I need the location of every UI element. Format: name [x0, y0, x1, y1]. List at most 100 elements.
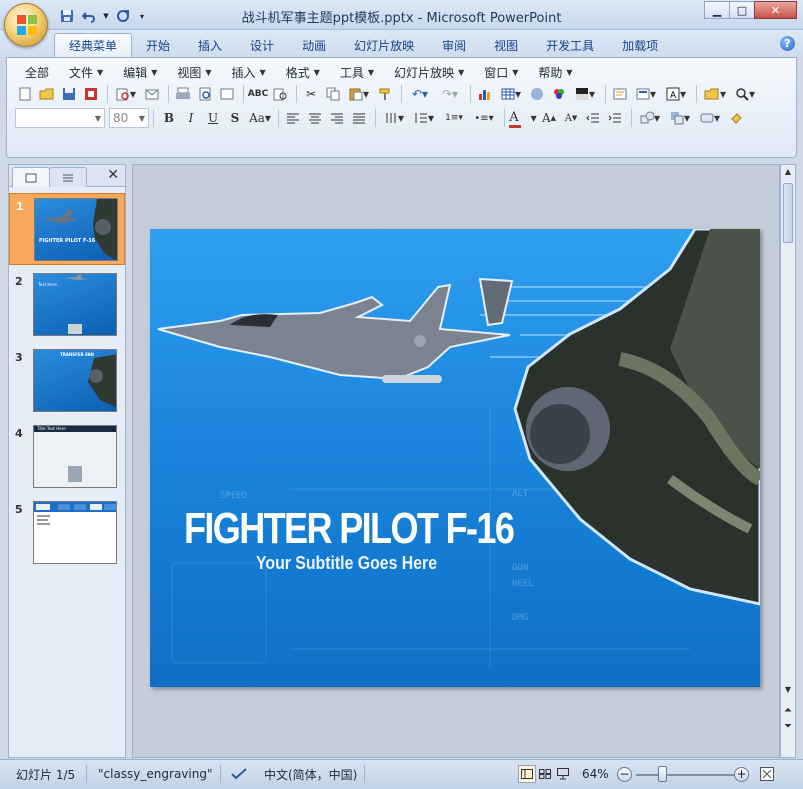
minimize-button[interactable]: ▁: [704, 1, 730, 19]
zoom-out-button[interactable]: −: [617, 767, 632, 782]
align-right-icon[interactable]: [327, 108, 347, 128]
change-case-button[interactable]: Aa▾: [246, 108, 274, 128]
office-button[interactable]: [4, 3, 48, 47]
menu-item-1[interactable]: 文件 ▼: [59, 64, 113, 80]
next-slide-icon[interactable]: ⏷: [781, 721, 795, 732]
undo-icon[interactable]: ↶▾: [406, 84, 434, 104]
menu-item-7[interactable]: 幻灯片放映 ▼: [384, 64, 474, 80]
previous-slide-icon[interactable]: ⏶: [781, 705, 795, 716]
tab-4[interactable]: 动画: [288, 33, 340, 57]
grow-font-icon[interactable]: A ▲: [539, 108, 559, 128]
font-size-combo[interactable]: 80 ▼: [109, 108, 149, 128]
permission-icon[interactable]: [81, 84, 101, 104]
tab-7[interactable]: 视图: [480, 33, 532, 57]
spelling-icon[interactable]: ABC: [248, 84, 268, 104]
menu-item-6[interactable]: 工具 ▼: [330, 64, 384, 80]
slide-show-icon[interactable]: [554, 765, 572, 783]
font-color-icon[interactable]: A ▾: [508, 108, 537, 128]
close-pane-icon[interactable]: ✕: [107, 167, 119, 183]
slide-sorter-icon[interactable]: [536, 765, 554, 783]
line-spacing-icon[interactable]: ▾: [410, 108, 438, 128]
zoom-slider-track[interactable]: [636, 774, 736, 776]
slide-thumbnail-3[interactable]: 3 TRANSFER FAN: [9, 345, 125, 417]
menu-item-3[interactable]: 视图 ▼: [167, 64, 221, 80]
print-icon[interactable]: [173, 84, 193, 104]
open-folder-icon[interactable]: [37, 84, 57, 104]
text-box-icon[interactable]: A ▾: [662, 84, 690, 104]
spell-check-icon[interactable]: [230, 764, 248, 784]
tab-5[interactable]: 幻灯片放映: [340, 33, 428, 57]
scroll-down-icon[interactable]: ▼: [781, 685, 795, 694]
help-icon[interactable]: ?: [780, 36, 795, 51]
language-indicator[interactable]: 中文(简体，中国): [264, 764, 357, 784]
bullets-icon[interactable]: •≡▾: [470, 108, 498, 128]
zoom-slider-handle[interactable]: [658, 766, 667, 782]
numbering-icon[interactable]: 1≡▾: [440, 108, 468, 128]
new-slide-icon[interactable]: [610, 84, 630, 104]
menu-item-2[interactable]: 编辑 ▼: [113, 64, 167, 80]
copy-icon[interactable]: [323, 84, 343, 104]
tab-0[interactable]: 经典菜单: [54, 33, 133, 57]
menu-item-0[interactable]: 全部: [15, 64, 59, 80]
italic-button[interactable]: I: [180, 108, 202, 128]
email-icon[interactable]: [142, 84, 162, 104]
current-slide[interactable]: SPEED ALT GUN HEEL DMG FIGHTER PILOT F-1…: [150, 229, 760, 687]
font-name-combo[interactable]: ▼: [15, 108, 105, 128]
menu-item-9[interactable]: 帮助 ▼: [528, 64, 582, 80]
slide-title[interactable]: FIGHTER PILOT F-16: [184, 504, 515, 554]
increase-indent-icon[interactable]: [605, 108, 625, 128]
slide-subtitle[interactable]: Your Subtitle Goes Here: [256, 553, 437, 574]
slide-thumbnail-2[interactable]: 2 Text Here: [9, 269, 125, 341]
menu-item-5[interactable]: 格式 ▼: [276, 64, 330, 80]
color-scheme-icon[interactable]: [549, 84, 569, 104]
arrange-icon[interactable]: ▾: [666, 108, 694, 128]
folder-icon[interactable]: ▾: [701, 84, 729, 104]
cut-icon[interactable]: ✂: [301, 84, 321, 104]
zoom-level[interactable]: 64%: [582, 764, 609, 784]
decrease-indent-icon[interactable]: [583, 108, 603, 128]
tab-3[interactable]: 设计: [236, 33, 288, 57]
research-icon[interactable]: [270, 84, 290, 104]
tab-8[interactable]: 开发工具: [532, 33, 608, 57]
shape-fill-icon[interactable]: [726, 108, 746, 128]
clip-art-icon[interactable]: [527, 84, 547, 104]
slide-layout-icon[interactable]: ▾: [632, 84, 660, 104]
tab-9[interactable]: 加载项: [608, 33, 672, 57]
fit-to-window-icon[interactable]: [760, 764, 774, 784]
tab-outline[interactable]: [49, 167, 87, 187]
menu-item-8[interactable]: 窗口 ▼: [474, 64, 528, 80]
maximize-button[interactable]: □: [729, 1, 755, 19]
quick-styles-icon[interactable]: ▾: [696, 108, 724, 128]
zoom-icon[interactable]: ▾: [731, 84, 759, 104]
align-left-icon[interactable]: [283, 108, 303, 128]
paste-icon[interactable]: ▾: [345, 84, 373, 104]
print-preview-icon[interactable]: ▾: [112, 84, 140, 104]
tab-6[interactable]: 审阅: [428, 33, 480, 57]
tab-1[interactable]: 开始: [132, 33, 184, 57]
justify-icon[interactable]: [349, 108, 369, 128]
menu-item-4[interactable]: 插入 ▼: [222, 64, 276, 80]
new-document-icon[interactable]: [15, 84, 35, 104]
close-button[interactable]: ✕: [754, 1, 797, 19]
chart-icon[interactable]: [475, 84, 495, 104]
scroll-up-icon[interactable]: ▲: [781, 167, 795, 176]
shapes-icon[interactable]: ▾: [636, 108, 664, 128]
align-center-icon[interactable]: [305, 108, 325, 128]
slide-thumbnail-4[interactable]: 4 Title Text Here: [9, 421, 125, 493]
layout-icon[interactable]: [217, 84, 237, 104]
scrollbar-thumb[interactable]: [783, 183, 793, 243]
bold-button[interactable]: B: [158, 108, 180, 128]
format-painter-icon[interactable]: [375, 84, 395, 104]
print-preview-page-icon[interactable]: [195, 84, 215, 104]
table-icon[interactable]: ▾: [497, 84, 525, 104]
normal-view-icon[interactable]: [518, 765, 536, 783]
shrink-font-icon[interactable]: A ▼: [561, 108, 581, 128]
redo-icon[interactable]: ↷▾: [436, 84, 464, 104]
tab-slides[interactable]: [12, 167, 50, 187]
background-icon[interactable]: ▾: [571, 84, 599, 104]
vertical-scrollbar[interactable]: ▲ ▼ ⏶ ⏷: [780, 164, 796, 758]
tab-2[interactable]: 插入: [184, 33, 236, 57]
zoom-in-button[interactable]: +: [734, 767, 749, 782]
slide-thumbnail-1[interactable]: 1 FIGHTER PILOT F-16: [9, 193, 125, 265]
slide-thumbnail-5[interactable]: 5: [9, 497, 125, 569]
